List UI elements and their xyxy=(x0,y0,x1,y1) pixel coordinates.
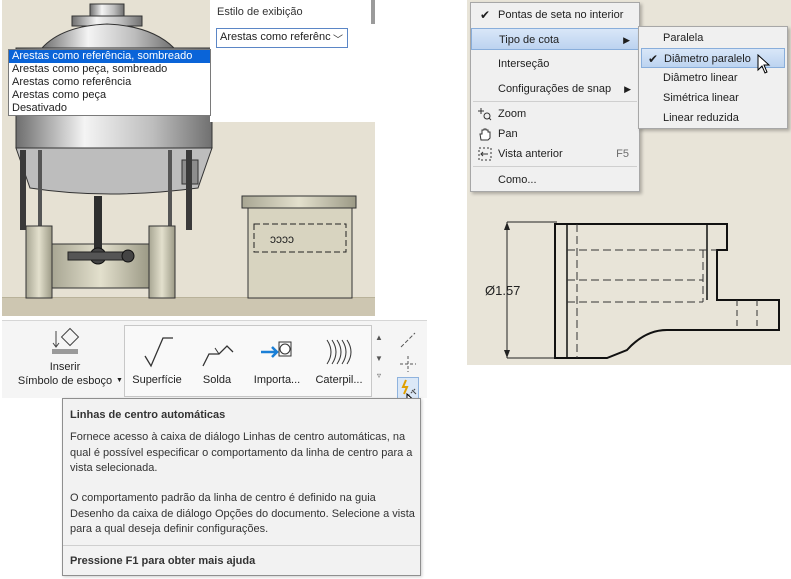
menu-item-intersection[interactable]: Interseção xyxy=(471,53,639,75)
tooltip-divider xyxy=(63,545,420,546)
dropdown-arrow-icon[interactable]: ▼ xyxy=(116,377,123,384)
symbol-gallery: Superfície Solda Importa... Caterpil... xyxy=(124,325,372,397)
check-icon: ✔ xyxy=(480,8,491,22)
panel-scrollbar[interactable] xyxy=(371,0,375,24)
tooltip: Linhas de centro automáticas Fornece ace… xyxy=(62,398,421,576)
display-style-selected-value: Arestas como referênc xyxy=(220,31,331,43)
menu-item-dimension-type[interactable]: Tipo de cota ▶ xyxy=(471,28,639,50)
gallery-scroll-down-icon[interactable]: ▼ xyxy=(373,354,385,363)
display-style-option[interactable]: Arestas como referência, sombreado xyxy=(9,50,210,63)
gallery-item-weld[interactable]: Solda xyxy=(189,334,245,387)
display-style-option[interactable]: Arestas como referência xyxy=(9,76,210,89)
tooltip-help-hint: Pressione F1 para obter mais ajuda xyxy=(70,555,256,567)
centerline-icon[interactable] xyxy=(399,331,417,349)
submenu-arrow-icon: ▶ xyxy=(623,35,630,45)
shortcut-label: F5 xyxy=(616,148,629,160)
display-style-dropdown-list: Arestas como referência, sombreado Arest… xyxy=(8,49,211,116)
check-icon: ✔ xyxy=(648,52,659,66)
gallery-expand-icon[interactable]: ▿ xyxy=(373,371,385,380)
model-view-panel: ↄↄↄↄ Estilo de exibição Arestas como ref… xyxy=(2,0,375,316)
menu-separator xyxy=(473,101,637,102)
gallery-item-caterpillar[interactable]: Caterpil... xyxy=(309,334,369,387)
import-symbol-icon xyxy=(261,341,292,358)
tooltip-title: Linhas de centro automáticas xyxy=(70,409,226,421)
diameter-dimension-text[interactable]: Ø1.57 xyxy=(485,283,520,298)
centerline-tools xyxy=(394,325,424,399)
display-style-label: Estilo de exibição xyxy=(217,6,303,18)
submenu-arrow-icon: ▶ xyxy=(624,84,631,94)
svg-text:ↄↄↄↄ: ↄↄↄↄ xyxy=(270,232,294,246)
surface-symbol-icon xyxy=(144,337,173,368)
previous-view-icon xyxy=(478,147,492,161)
menu-item-how-to[interactable]: Como... xyxy=(471,169,639,191)
context-menu: ✔ Pontas de seta no interior Tipo de cot… xyxy=(470,2,640,192)
display-style-panel: Estilo de exibição Arestas como referênc… xyxy=(210,0,375,122)
part-drawing-view xyxy=(504,221,780,359)
sketch-symbol-icon xyxy=(52,327,80,354)
menu-item-zoom[interactable]: Zoom xyxy=(471,103,639,125)
insert-sketch-symbol-button[interactable]: Inserir Símbolo de esboço xyxy=(10,327,120,388)
submenu-item-linear-symmetric[interactable]: Simétrica linear xyxy=(641,88,785,108)
display-style-option[interactable]: Desativado xyxy=(9,102,210,115)
caterpillar-icon xyxy=(326,339,352,365)
display-style-select[interactable]: Arestas como referênc ﹀ xyxy=(216,28,348,48)
center-mark-icon[interactable] xyxy=(399,355,417,373)
menu-item-previous-view[interactable]: Vista anterior F5 xyxy=(471,143,639,165)
drawing-panel: ✔ Pontas de seta no interior Tipo de cot… xyxy=(467,0,791,365)
zoom-icon xyxy=(478,108,492,121)
dimension-type-submenu: Paralela ✔ Diâmetro paralelo Diâmetro li… xyxy=(638,26,788,129)
submenu-item-reduced-linear[interactable]: Linear reduzida xyxy=(641,108,785,128)
menu-item-arrowheads-inside[interactable]: ✔ Pontas de seta no interior xyxy=(471,4,639,26)
tooltip-paragraph: O comportamento padrão da linha de centr… xyxy=(70,492,415,535)
display-style-option[interactable]: Arestas como peça xyxy=(9,89,210,102)
menu-item-snap-settings[interactable]: Configurações de snap ▶ xyxy=(471,78,639,100)
chevron-down-icon: ﹀ xyxy=(333,35,343,46)
tooltip-paragraph: Fornece acesso à caixa de diálogo Linhas… xyxy=(70,431,413,474)
menu-item-pan[interactable]: Pan xyxy=(471,123,639,145)
gallery-item-import[interactable]: Importa... xyxy=(249,334,305,387)
gallery-scroll-controls: ▲ ▼ ▿ xyxy=(373,327,385,397)
ribbon-panel: Inserir Símbolo de esboço ▼ Superfície S… xyxy=(2,320,427,413)
gallery-item-surface[interactable]: Superfície xyxy=(129,334,185,387)
gallery-scroll-up-icon[interactable]: ▲ xyxy=(373,333,385,342)
pan-hand-icon xyxy=(479,128,491,141)
mouse-cursor-icon xyxy=(757,54,771,74)
submenu-item-parallel[interactable]: Paralela xyxy=(641,28,785,48)
display-style-option[interactable]: Arestas como peça, sombreado xyxy=(9,63,210,76)
weld-symbol-icon xyxy=(202,345,234,367)
menu-separator xyxy=(473,166,637,167)
